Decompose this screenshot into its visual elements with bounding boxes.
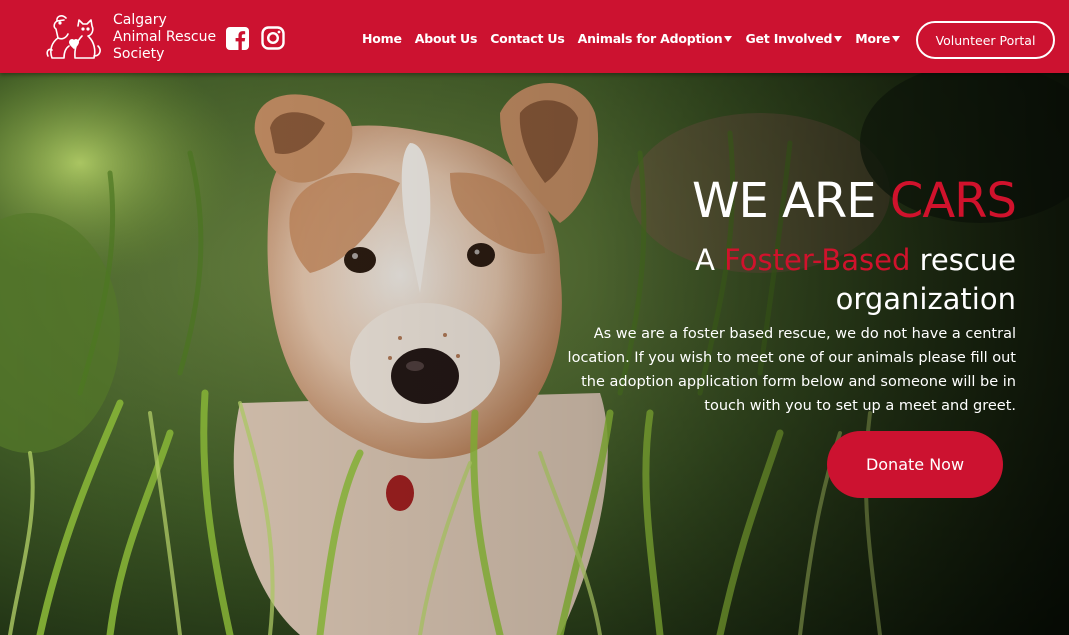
hero-subtitle: A Foster-Based rescue organization bbox=[596, 241, 1016, 319]
caret-down-icon bbox=[834, 36, 843, 42]
hero-description: As we are a foster based rescue, we do n… bbox=[567, 326, 1016, 414]
donate-now-button[interactable]: Donate Now bbox=[827, 431, 1003, 498]
brand-line: Society bbox=[113, 46, 165, 62]
nav-label: Animals for Adoption bbox=[577, 31, 723, 46]
caret-down-icon bbox=[724, 36, 733, 42]
instagram-icon[interactable] bbox=[261, 26, 285, 50]
nav-home[interactable]: Home bbox=[362, 31, 402, 46]
site-header: Calgary Animal Rescue Society Home About… bbox=[0, 0, 1069, 73]
nav-about-us[interactable]: About Us bbox=[414, 31, 478, 46]
hero-title-red: CARS bbox=[889, 173, 1017, 229]
nav-label: More bbox=[855, 31, 891, 46]
hero-sub-a: A bbox=[695, 243, 725, 277]
caret-down-icon bbox=[892, 36, 901, 42]
nav-get-involved[interactable]: Get Involved bbox=[745, 31, 843, 46]
volunteer-portal-button[interactable]: Volunteer Portal bbox=[916, 21, 1055, 59]
nav-animals-for-adoption[interactable]: Animals for Adoption bbox=[578, 31, 733, 46]
nav-contact-us[interactable]: Contact Us bbox=[490, 31, 565, 46]
nav-label: Get Involved bbox=[745, 31, 833, 46]
nav-label: Contact Us bbox=[490, 31, 565, 46]
hero-section: WE ARE CARS A Foster-Based rescue organi… bbox=[0, 73, 1069, 635]
nav-label: About Us bbox=[414, 31, 478, 46]
facebook-icon[interactable] bbox=[226, 27, 249, 50]
brand-line: Animal Rescue bbox=[113, 29, 217, 45]
hero-sub-red: Foster-Based bbox=[724, 243, 911, 277]
page: Calgary Animal Rescue Society Home About… bbox=[0, 0, 1069, 635]
brand-name[interactable]: Calgary Animal Rescue Society bbox=[113, 12, 216, 63]
hero-title: WE ARE CARS bbox=[692, 171, 1017, 231]
hero-title-white: WE ARE bbox=[692, 173, 890, 229]
main-nav: Home About Us Contact Us Animals for Ado… bbox=[362, 31, 913, 46]
brand-line: Calgary bbox=[113, 12, 167, 28]
nav-more[interactable]: More bbox=[855, 31, 901, 46]
cat-dog-logo-icon[interactable] bbox=[44, 12, 104, 62]
nav-label: Home bbox=[362, 31, 402, 46]
